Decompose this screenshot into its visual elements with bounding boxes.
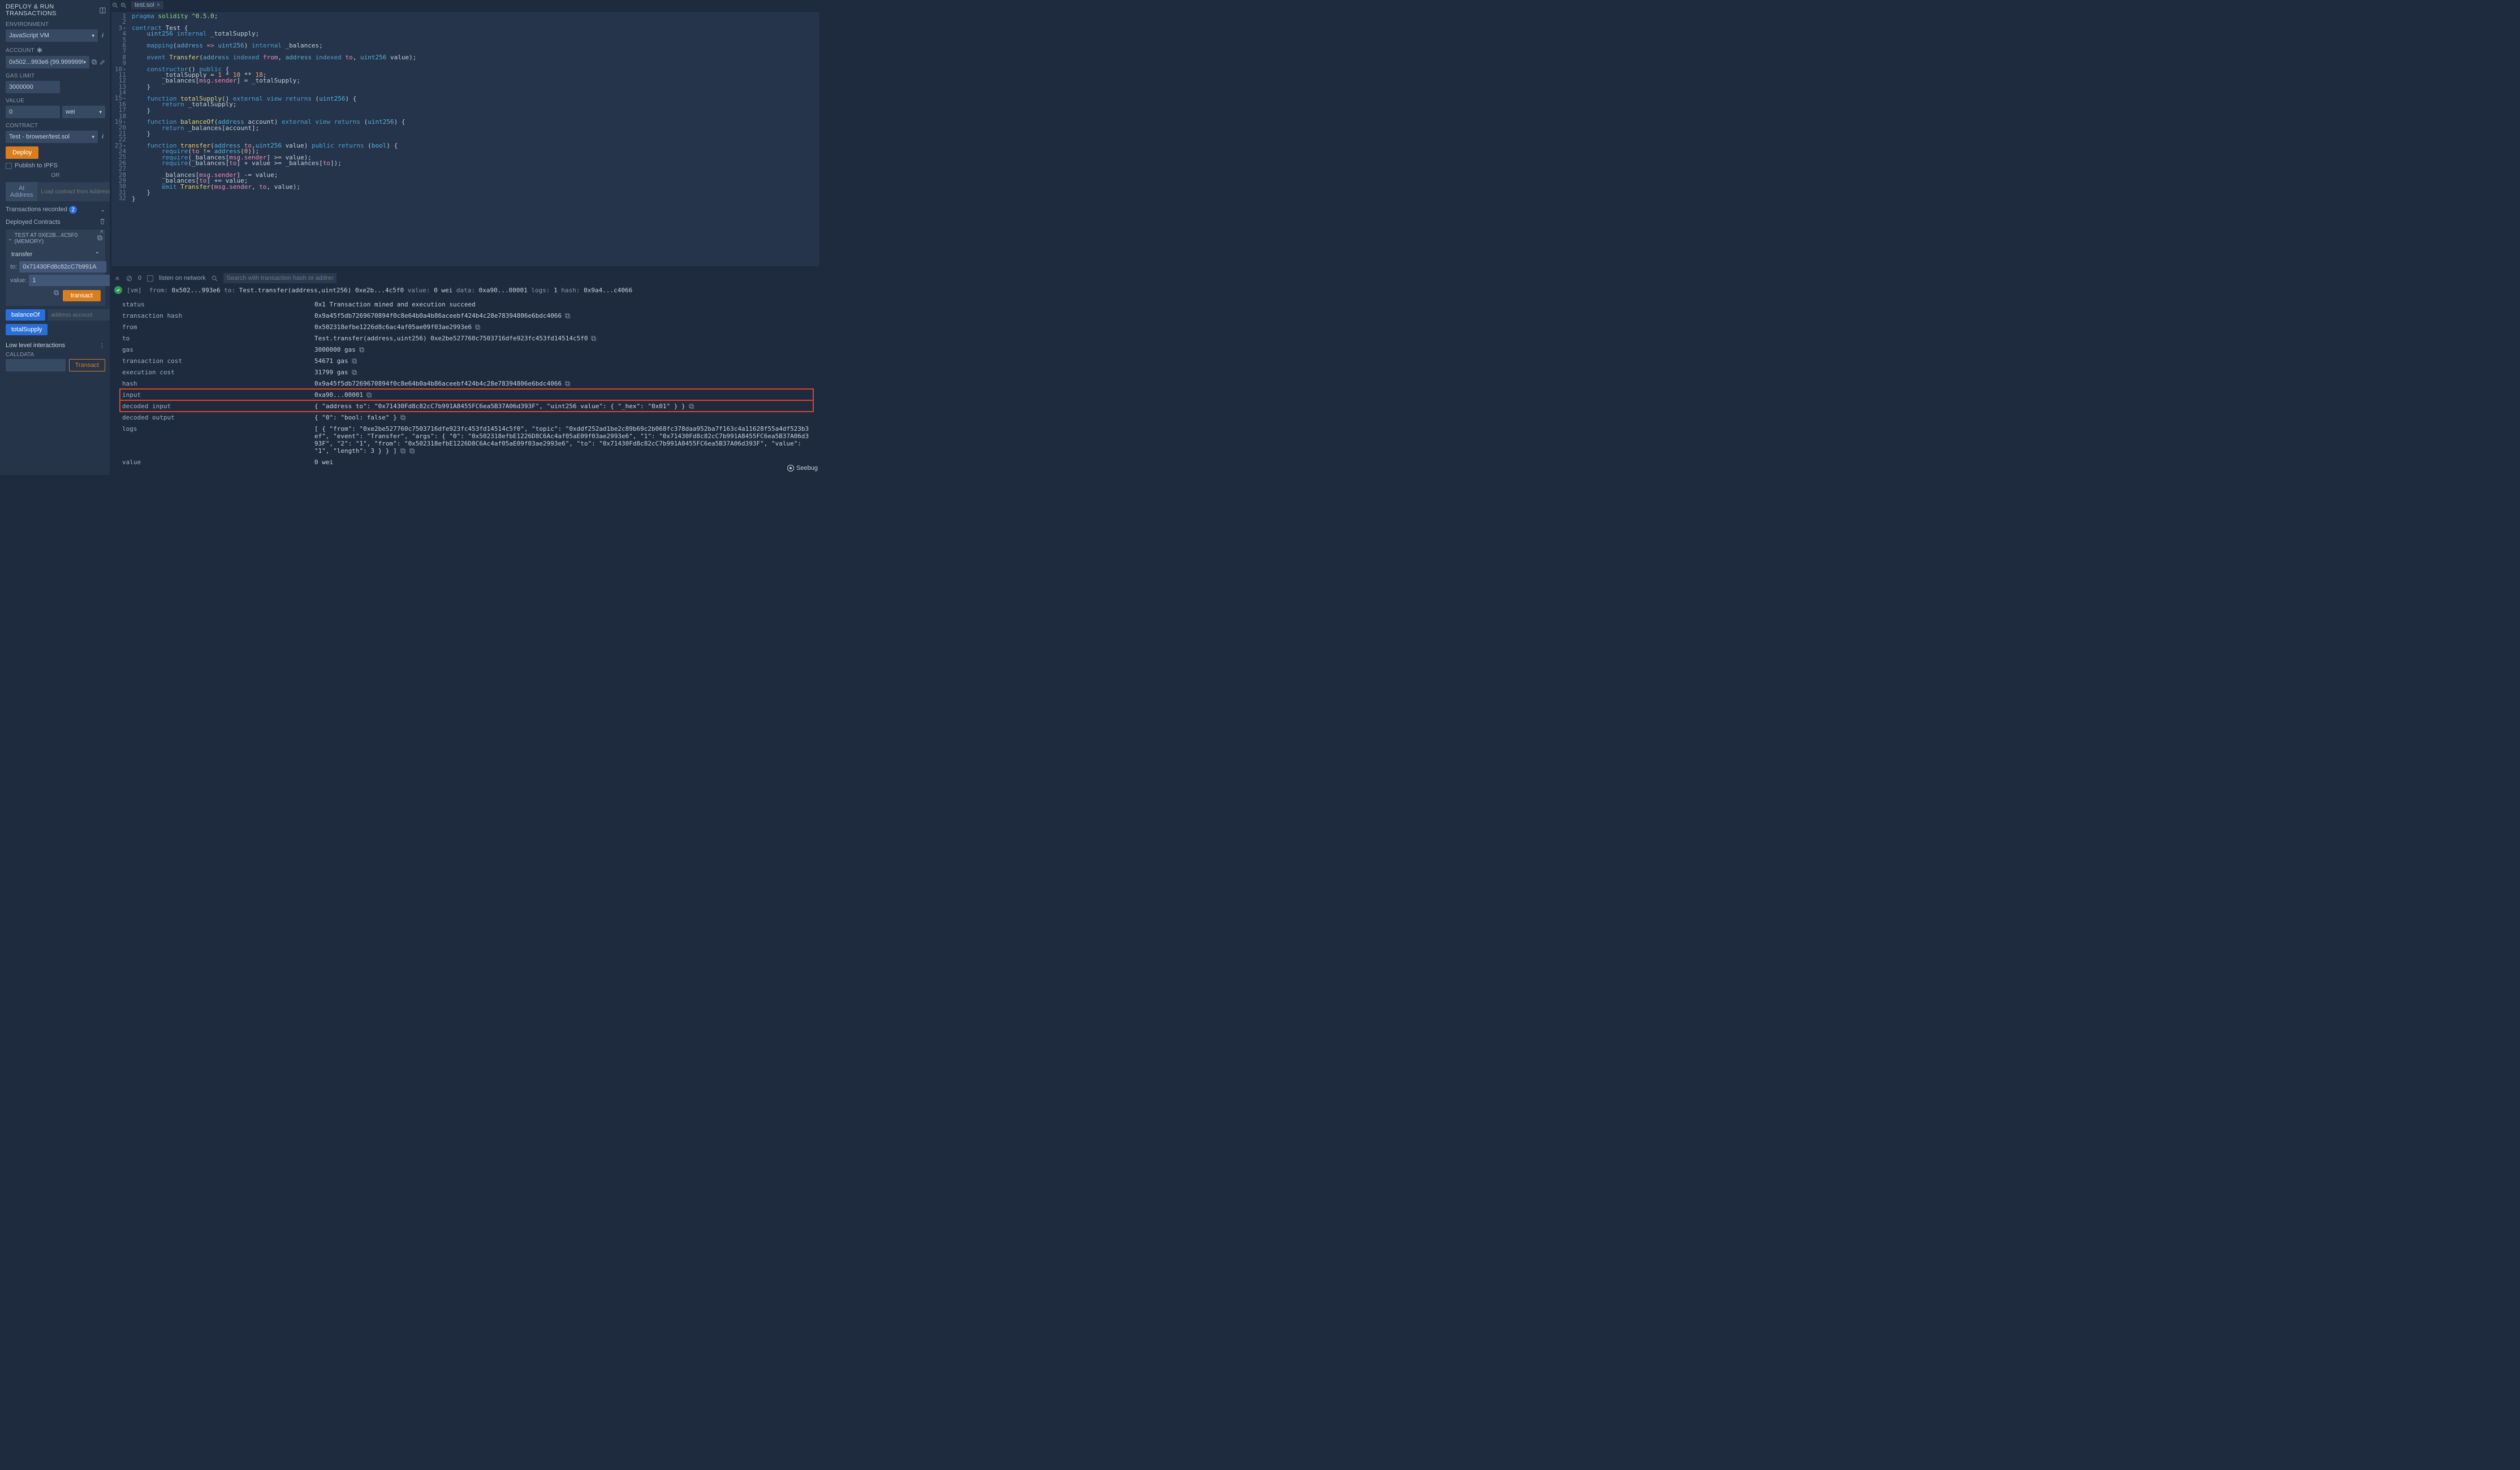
edit-icon[interactable]: [100, 59, 105, 65]
calldata-label: CALLDATA: [6, 352, 105, 358]
chevron-down-icon[interactable]: ⌄: [8, 236, 12, 242]
copy-icon[interactable]: [97, 235, 103, 243]
editor-tabbar: test.sol ×: [110, 0, 823, 10]
contract-select[interactable]: Test - browser/test.sol ▾: [6, 131, 98, 143]
account-select[interactable]: 0x502...993e6 (99.9999999 ▾: [6, 56, 89, 68]
copy-icon[interactable]: [92, 59, 97, 65]
copy-icon[interactable]: [400, 448, 406, 454]
balanceof-button[interactable]: balanceOf: [6, 309, 45, 321]
clear-icon[interactable]: [126, 275, 132, 282]
copy-icon[interactable]: [565, 381, 571, 387]
line-gutter: 12 3▸ 456789 10▸ 11121314 15▸ 161718 19▸…: [111, 12, 130, 266]
to-input[interactable]: [19, 261, 106, 273]
code-content: pragma solidity ^0.5.0; contract Test { …: [130, 12, 819, 266]
transact-button[interactable]: transact: [63, 290, 101, 301]
env-label: ENVIRONMENT: [6, 21, 105, 28]
copy-icon[interactable]: [565, 313, 571, 319]
plus-icon[interactable]: ✱: [37, 46, 42, 54]
main-area: test.sol × 12 3▸ 456789 10▸ 11121314 15▸…: [110, 0, 823, 475]
deploy-button[interactable]: Deploy: [6, 146, 38, 159]
close-icon[interactable]: ×: [157, 2, 160, 8]
chevron-down-icon: ▾: [92, 33, 94, 39]
code-editor[interactable]: 12 3▸ 456789 10▸ 11121314 15▸ 161718 19▸…: [111, 11, 820, 267]
zoom-in-icon[interactable]: [120, 2, 127, 8]
tx-summary[interactable]: [vm] from: 0x502...993e6 to: Test.transf…: [114, 286, 819, 294]
panel-title: DEPLOY & RUN TRANSACTIONS: [6, 3, 100, 17]
at-address-button[interactable]: At Address: [6, 182, 37, 201]
tab-testsol[interactable]: test.sol ×: [131, 1, 163, 9]
balanceof-input[interactable]: [48, 309, 110, 321]
low-level-label: Low level interactions ⋮: [6, 342, 105, 349]
at-address-input[interactable]: [37, 182, 110, 201]
close-icon[interactable]: ×: [100, 228, 103, 235]
fn-transfer[interactable]: transfer ⌃: [6, 248, 105, 260]
tx-search-input[interactable]: [223, 273, 336, 283]
copy-icon[interactable]: [54, 290, 59, 301]
transactions-recorded[interactable]: Transactions recorded 2 ⌄: [6, 206, 105, 214]
search-icon[interactable]: [212, 275, 218, 282]
copy-icon[interactable]: [352, 370, 357, 375]
value-label: value:: [10, 277, 27, 284]
chevron-down-icon: ▾: [92, 134, 94, 140]
listen-label: listen on network: [159, 275, 206, 282]
publish-ipfs-label: Publish to IPFS: [15, 162, 58, 169]
terminal-panel: 0 listen on network [vm] from: 0x502...9…: [110, 270, 823, 475]
copy-icon[interactable]: [689, 404, 694, 409]
info-icon[interactable]: i: [100, 133, 105, 140]
deployed-contracts-label: Deployed Contracts: [6, 219, 61, 226]
tx-count-badge: 2: [69, 206, 77, 214]
chevron-down-icon: ▾: [83, 59, 86, 66]
info-icon[interactable]: i: [100, 32, 105, 39]
expand-icon[interactable]: [114, 275, 120, 282]
chevron-down-icon: ▾: [99, 109, 102, 115]
success-icon: [114, 286, 122, 294]
calldata-input[interactable]: [6, 359, 66, 371]
account-label: ACCOUNT: [6, 47, 34, 54]
value-input[interactable]: [29, 275, 110, 286]
instance-title: TEST AT 0XE2B...4C5F0 (MEMORY): [15, 232, 95, 245]
copy-icon[interactable]: [359, 347, 365, 353]
zoom-out-icon[interactable]: [112, 2, 118, 8]
copy-icon[interactable]: [352, 358, 357, 364]
seebug-watermark: Seebug: [787, 465, 818, 472]
copy-icon[interactable]: [400, 415, 406, 421]
pending-count: 0: [138, 275, 141, 282]
value-label: VALUE: [6, 98, 105, 104]
copy-icon[interactable]: [366, 392, 372, 398]
collapse-icon[interactable]: [100, 7, 105, 13]
listen-checkbox[interactable]: [147, 275, 153, 282]
seebug-icon: [787, 465, 794, 472]
gaslimit-label: GAS LIMIT: [6, 73, 105, 79]
transact-low-button[interactable]: Transact: [69, 359, 105, 371]
to-label: to:: [10, 263, 17, 270]
copy-icon[interactable]: [409, 448, 415, 454]
deployed-instance: × ⌄ TEST AT 0XE2B...4C5F0 (MEMORY) trans…: [6, 230, 105, 306]
tx-details-table: status0x1 Transaction mined and executio…: [120, 299, 813, 468]
value-input[interactable]: [6, 106, 60, 118]
gaslimit-input[interactable]: [6, 81, 60, 93]
chevron-down-icon: ⌄: [101, 207, 105, 213]
env-select[interactable]: JavaScript VM ▾: [6, 29, 98, 42]
or-label: OR: [6, 172, 105, 179]
more-icon[interactable]: ⋮: [99, 342, 105, 349]
chevron-up-icon: ⌃: [95, 252, 100, 258]
trash-icon[interactable]: [100, 218, 105, 226]
totalsupply-button[interactable]: totalSupply: [6, 324, 48, 335]
deploy-run-panel: DEPLOY & RUN TRANSACTIONS ENVIRONMENT Ja…: [0, 0, 110, 475]
copy-icon[interactable]: [591, 336, 597, 341]
value-unit-select[interactable]: wei ▾: [62, 106, 105, 118]
publish-ipfs-checkbox[interactable]: [6, 163, 12, 169]
copy-icon[interactable]: [475, 325, 481, 330]
contract-label: CONTRACT: [6, 123, 105, 129]
